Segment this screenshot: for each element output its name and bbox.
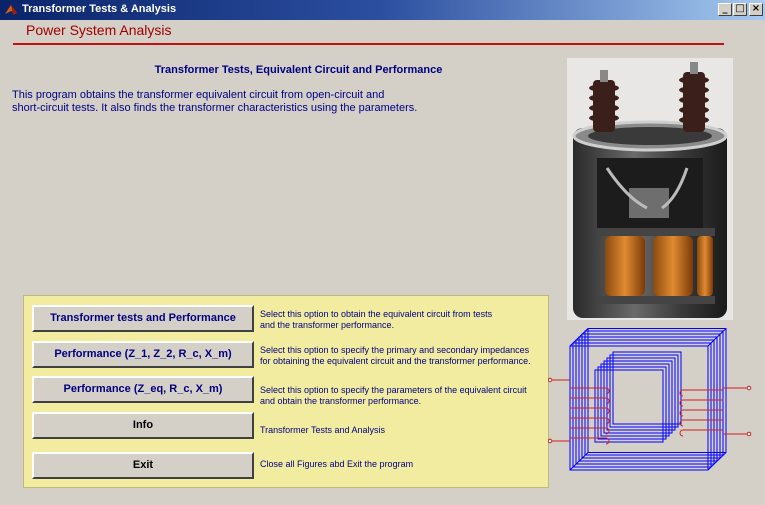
title-bar[interactable]: Transformer Tests & Analysis _ □ × <box>0 0 765 20</box>
exit-button[interactable]: Exit <box>32 452 254 479</box>
window-title: Transformer Tests & Analysis <box>22 3 177 15</box>
transformer-photo <box>567 58 733 320</box>
maximize-button[interactable]: □ <box>733 3 747 16</box>
matlab-icon <box>5 5 17 15</box>
description-line: This program obtains the transformer equ… <box>12 89 385 101</box>
performance-z1-z2-button[interactable]: Performance (Z_1, Z_2, R_c, X_m) <box>32 341 254 368</box>
option-description-line: Select this option to obtain the equival… <box>260 309 493 319</box>
performance-zeq-description: Select this option to specify the parame… <box>260 385 527 407</box>
page-header: Power System Analysis <box>26 22 172 38</box>
info-description: Transformer Tests and Analysis <box>260 425 385 436</box>
transformer-tests-description: Select this option to obtain the equival… <box>260 309 492 331</box>
option-description-line: and the transformer performance. <box>260 320 395 330</box>
option-description-line: Close all Figures abd Exit the program <box>260 459 414 469</box>
option-description-line: Select this option to specify the parame… <box>260 385 527 395</box>
performance-z1-z2-description: Select this option to specify the primar… <box>260 345 531 367</box>
program-description: This program obtains the transformer equ… <box>12 89 417 115</box>
description-line: short-circuit tests. It also finds the t… <box>12 102 418 114</box>
option-description-line: for obtaining the equivalent circuit and… <box>260 356 531 366</box>
transformer-photo-image <box>567 58 733 320</box>
header-divider <box>13 43 724 45</box>
option-description-line: and obtain the transformer performance. <box>260 396 422 406</box>
option-description-line: Select this option to specify the primar… <box>260 345 530 355</box>
option-description-line: Transformer Tests and Analysis <box>260 425 386 435</box>
info-button[interactable]: Info <box>32 412 254 439</box>
transformer-tests-button[interactable]: Transformer tests and Performance <box>32 305 254 332</box>
minimize-button[interactable]: _ <box>718 3 732 16</box>
exit-description: Close all Figures abd Exit the program <box>260 459 413 470</box>
transformer-core-diagram <box>548 328 752 471</box>
close-button[interactable]: × <box>749 3 763 16</box>
performance-zeq-button[interactable]: Performance (Z_eq, R_c, X_m) <box>32 376 254 403</box>
page-subtitle: Transformer Tests, Equivalent Circuit an… <box>154 64 443 76</box>
